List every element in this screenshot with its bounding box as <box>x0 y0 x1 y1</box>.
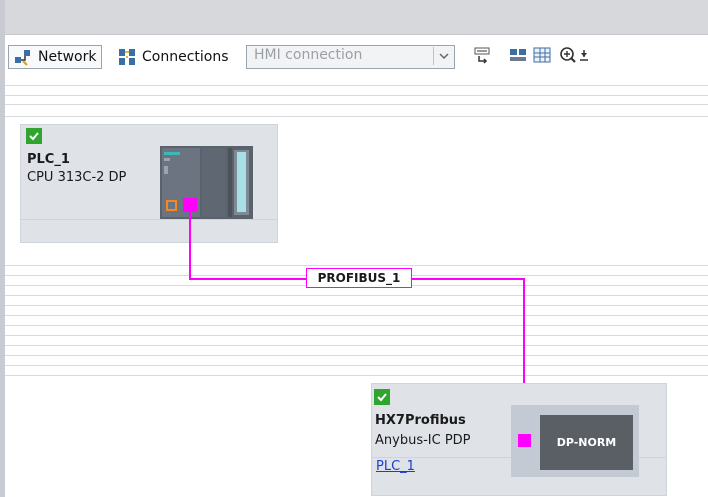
dp-norm-label: DP-NORM <box>556 436 617 449</box>
device-name: HX7Profibus <box>375 413 466 428</box>
master-link[interactable]: PLC_1 <box>376 459 415 474</box>
check-icon <box>374 389 390 405</box>
profibus-label-box[interactable]: PROFIBUS_1 <box>306 268 412 288</box>
profibus-label: PROFIBUS_1 <box>317 271 401 285</box>
dp-norm-module[interactable]: DP-NORM <box>540 415 633 470</box>
device-type: Anybus-IC PDP <box>375 433 471 448</box>
profibus-port-icon[interactable] <box>518 434 531 447</box>
